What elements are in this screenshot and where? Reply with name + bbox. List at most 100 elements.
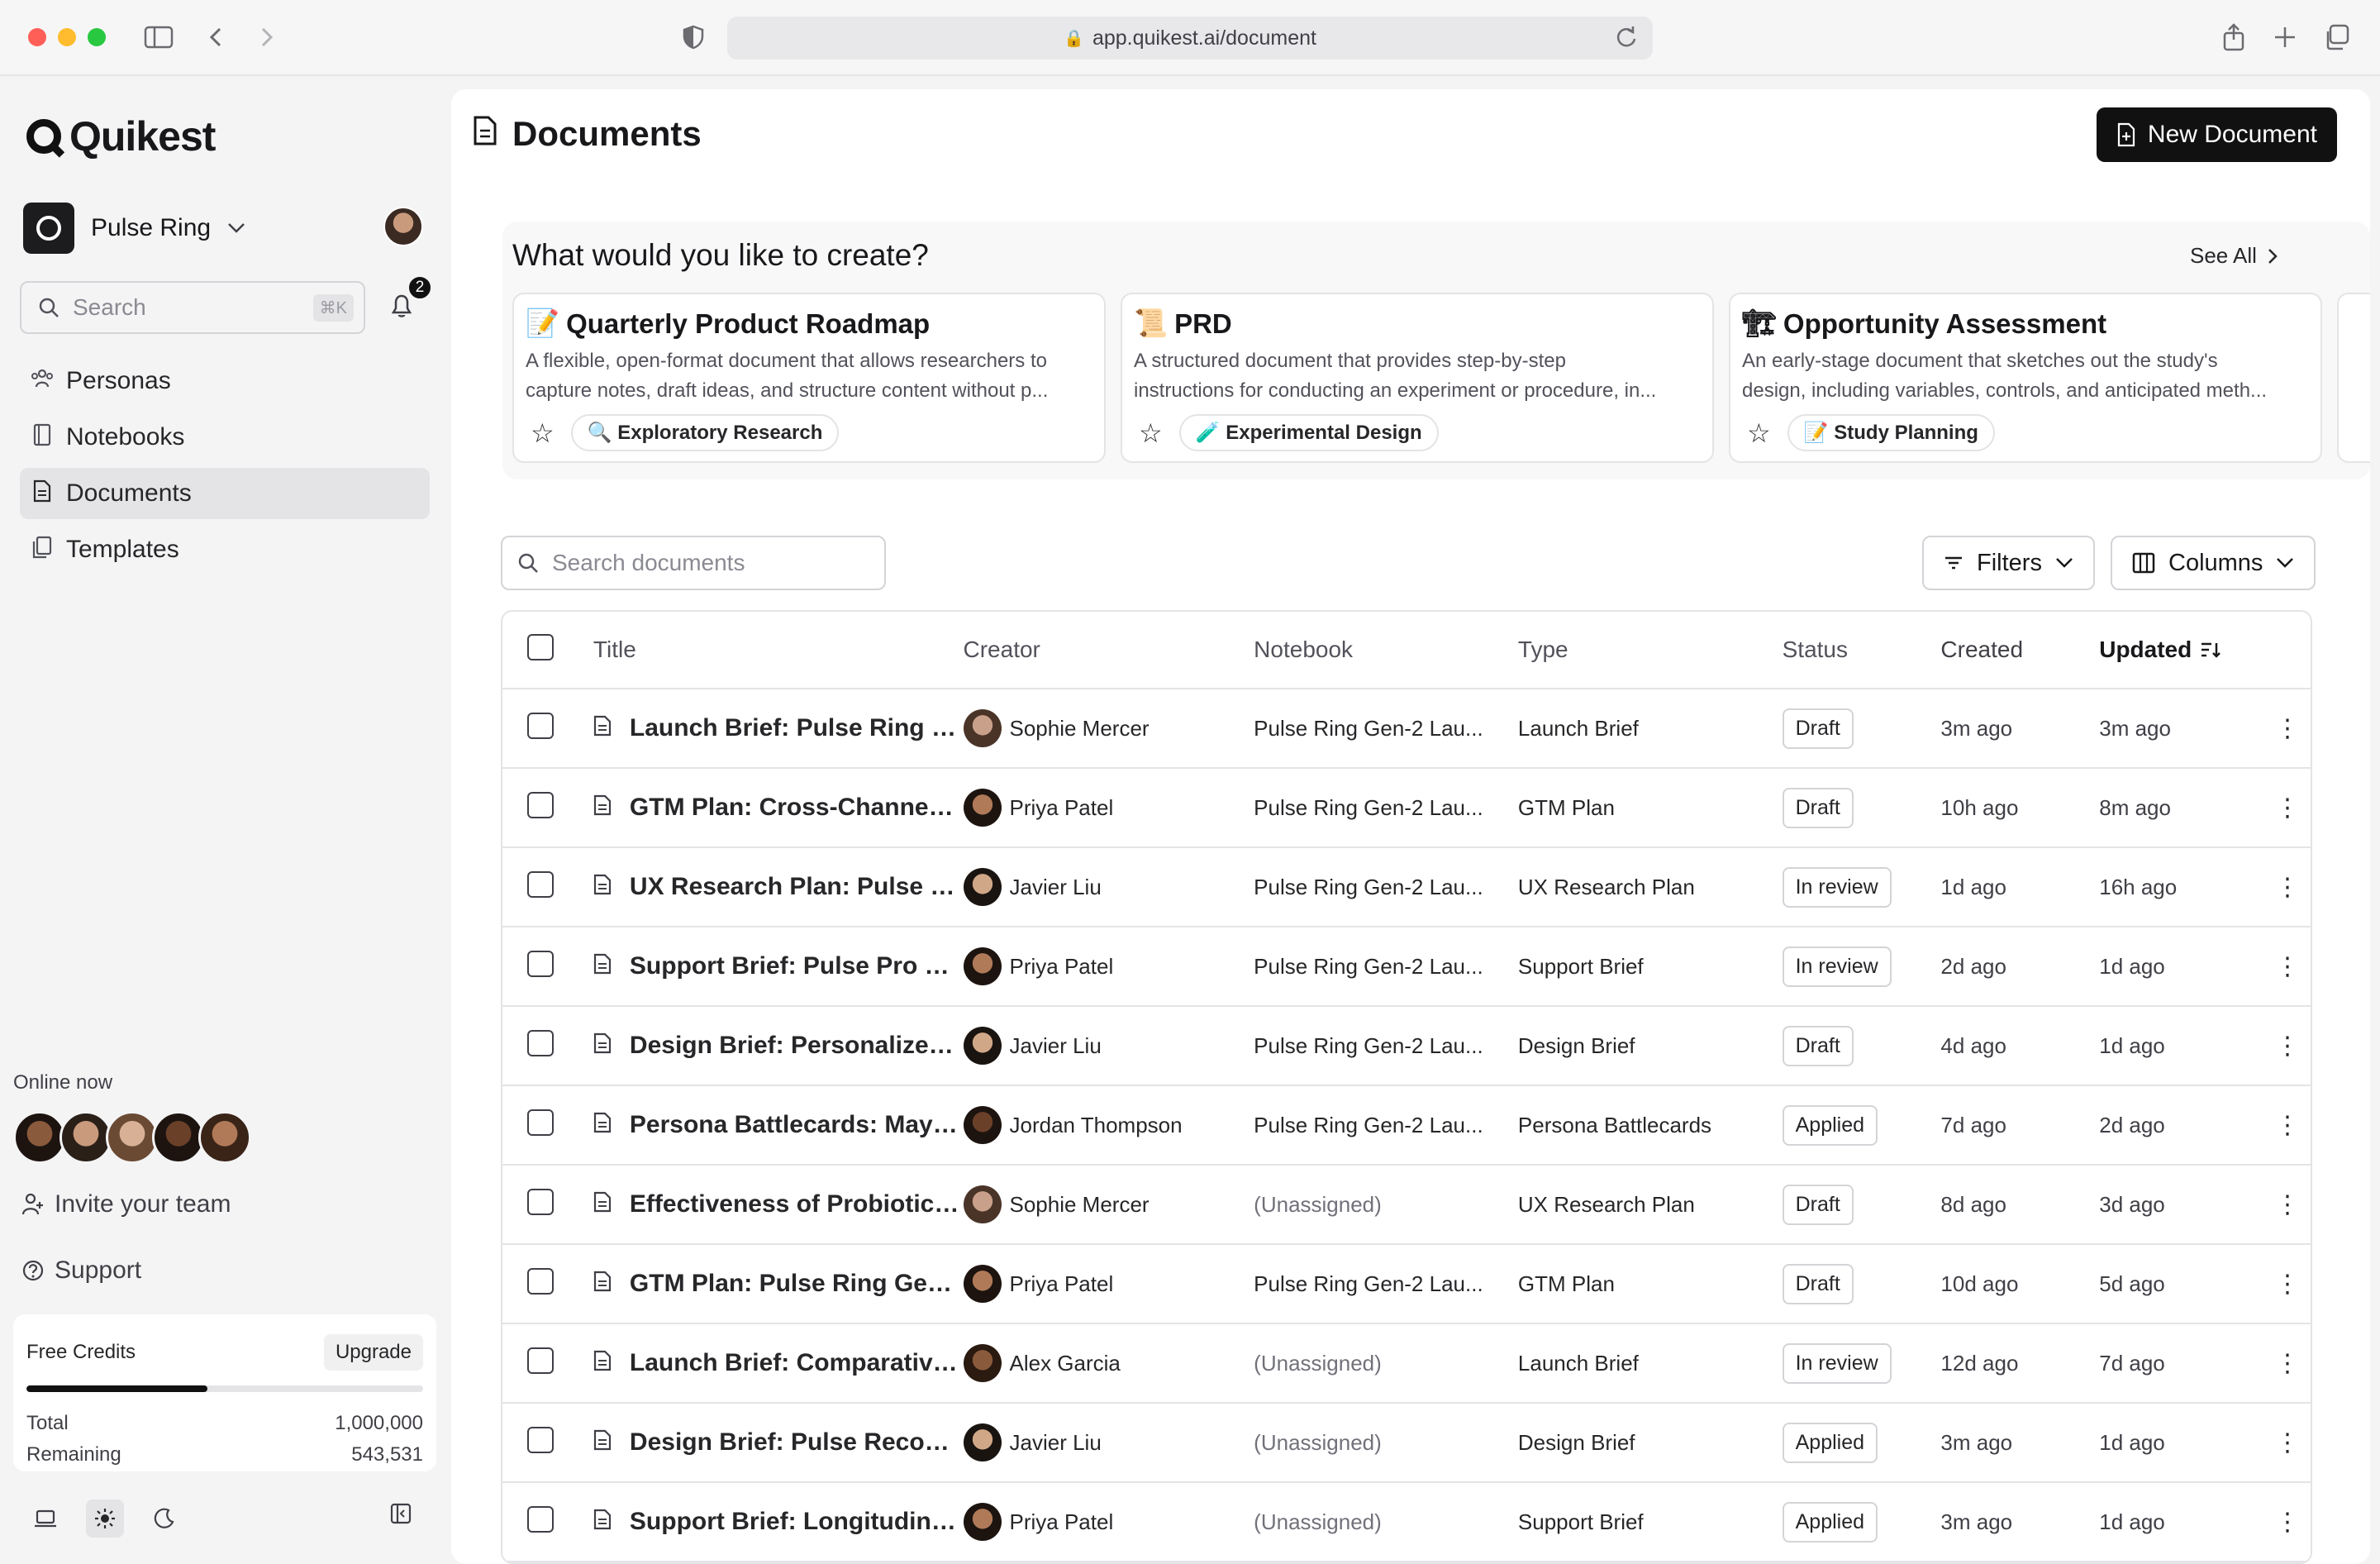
document-title-link[interactable]: Launch Brief: Pulse Ring Ge... — [630, 714, 960, 742]
document-title-link[interactable]: Launch Brief: Comparative... — [630, 1349, 960, 1377]
row-more-menu-icon[interactable]: ⋮ — [2264, 1270, 2311, 1299]
sidebar-search-input[interactable]: Search ⌘K — [20, 281, 365, 334]
filters-button[interactable]: Filters — [1922, 536, 2095, 590]
table-row[interactable]: Support Brief: Pulse Pro Fea... Priya Pat… — [502, 927, 2311, 1007]
column-header-creator[interactable]: Creator — [964, 637, 1040, 663]
template-card[interactable]: 📜 PRD A structured document that provides… — [1121, 293, 1714, 463]
maximize-window-button[interactable] — [88, 28, 106, 46]
document-title-link[interactable]: Effectiveness of Probiotic S... — [630, 1190, 960, 1218]
document-title-link[interactable]: Support Brief: Longitudinal... — [630, 1508, 960, 1536]
invite-team-link[interactable]: Invite your team — [21, 1190, 231, 1218]
new-tab-icon[interactable] — [2271, 20, 2299, 55]
collapse-sidebar-icon[interactable] — [390, 1503, 412, 1530]
support-link[interactable]: Support — [21, 1256, 141, 1285]
user-avatar[interactable] — [383, 207, 423, 246]
document-title-link[interactable]: Persona Battlecards: Maya... — [630, 1111, 960, 1139]
row-checkbox[interactable] — [527, 1029, 554, 1056]
column-header-type[interactable]: Type — [1518, 637, 1568, 662]
notifications-bell-icon[interactable] — [390, 293, 413, 326]
document-title-link[interactable]: GTM Plan: Pulse Ring Gen-2... — [630, 1270, 960, 1298]
table-row[interactable]: Launch Brief: Pulse Ring Ge... Sophie Mer… — [502, 689, 2311, 769]
workspace-switcher[interactable]: Pulse Ring — [23, 202, 271, 255]
document-search-input[interactable]: Search documents — [501, 536, 886, 590]
sidebar-item-templates[interactable]: Templates — [20, 524, 430, 575]
row-checkbox[interactable] — [527, 791, 554, 818]
row-more-menu-icon[interactable]: ⋮ — [2264, 1190, 2311, 1219]
row-checkbox[interactable] — [527, 712, 554, 739]
share-icon[interactable] — [2220, 20, 2248, 55]
avatar[interactable] — [13, 1111, 66, 1164]
row-more-menu-icon[interactable]: ⋮ — [2264, 873, 2311, 902]
table-row[interactable]: Persona Battlecards: Maya... Jordan Thomp… — [502, 1086, 2311, 1166]
light-theme-icon[interactable] — [86, 1500, 124, 1538]
table-row[interactable]: GTM Plan: Pulse Ring Gen-2... Priya Patel… — [502, 1245, 2311, 1324]
avatar[interactable] — [198, 1111, 251, 1164]
table-row[interactable]: Launch Brief: Comparative... Alex Garcia (… — [502, 1324, 2311, 1404]
template-tag: 📝 Study Planning — [1787, 414, 1995, 451]
document-title-link[interactable]: Support Brief: Pulse Pro Fea... — [630, 952, 960, 980]
document-title-link[interactable]: Design Brief: Pulse Recover... — [630, 1428, 960, 1457]
table-row[interactable]: Support Brief: Longitudinal... Priya Pate… — [502, 1483, 2311, 1562]
row-checkbox[interactable] — [527, 950, 554, 977]
template-card[interactable]: 📝 Quarterly Product Roadmap A flexible, o… — [512, 293, 1106, 463]
row-checkbox[interactable] — [527, 1109, 554, 1136]
column-header-notebook[interactable]: Notebook — [1254, 637, 1353, 662]
see-all-link[interactable]: See All — [2190, 243, 2278, 269]
table-row[interactable]: Design Brief: Pulse Recover... Javier Liu… — [502, 1404, 2311, 1483]
avatar[interactable] — [60, 1111, 112, 1164]
document-title-link[interactable]: UX Research Plan: Pulse Pr... — [630, 873, 960, 901]
row-checkbox[interactable] — [527, 1505, 554, 1533]
document-title-link[interactable]: Design Brief: Personalized... — [630, 1032, 960, 1060]
upgrade-button[interactable]: Upgrade — [323, 1334, 423, 1371]
row-checkbox[interactable] — [527, 1267, 554, 1295]
row-checkbox[interactable] — [527, 1188, 554, 1215]
star-icon[interactable]: ☆ — [526, 417, 555, 449]
columns-button[interactable]: Columns — [2111, 536, 2316, 590]
templates-icon — [30, 536, 55, 565]
sidebar-item-notebooks[interactable]: Notebooks — [20, 412, 430, 463]
column-header-status[interactable]: Status — [1783, 637, 1848, 662]
row-more-menu-icon[interactable]: ⋮ — [2264, 1032, 2311, 1061]
avatar[interactable] — [152, 1111, 205, 1164]
brand-logo[interactable]: Quikest — [26, 112, 216, 160]
template-card[interactable]: 🏗 Opportunity Assessment An early-stage d… — [1729, 293, 2322, 463]
row-more-menu-icon[interactable]: ⋮ — [2264, 1428, 2311, 1457]
template-card-partial[interactable] — [2337, 293, 2370, 463]
sidebar-item-documents[interactable]: Documents — [20, 468, 430, 519]
close-window-button[interactable] — [28, 28, 46, 46]
column-header-created[interactable]: Created — [1940, 637, 2023, 662]
sidebar-item-personas[interactable]: Personas — [20, 355, 430, 407]
address-bar[interactable]: 🔒 app.quikest.ai/document — [727, 17, 1653, 60]
new-document-button[interactable]: New Document — [2096, 107, 2337, 162]
back-icon[interactable] — [203, 20, 228, 55]
row-checkbox[interactable] — [527, 1347, 554, 1374]
minimize-window-button[interactable] — [58, 28, 76, 46]
row-more-menu-icon[interactable]: ⋮ — [2264, 1349, 2311, 1378]
column-header-title[interactable]: Title — [593, 637, 636, 663]
avatar[interactable] — [106, 1111, 159, 1164]
row-more-menu-icon[interactable]: ⋮ — [2264, 794, 2311, 823]
reload-icon[interactable] — [1615, 23, 1638, 57]
table-row[interactable]: Design Brief: Personalized... Javier Liu P… — [502, 1007, 2311, 1086]
star-icon[interactable]: ☆ — [1134, 417, 1163, 449]
row-checkbox[interactable] — [527, 1426, 554, 1453]
row-checkbox[interactable] — [527, 870, 554, 898]
forward-icon[interactable] — [255, 20, 279, 55]
star-icon[interactable]: ☆ — [1742, 417, 1771, 449]
privacy-shield-icon[interactable] — [679, 20, 707, 55]
tab-overview-icon[interactable] — [2322, 20, 2350, 55]
dark-theme-icon[interactable] — [145, 1500, 183, 1538]
table-row[interactable]: UX Research Plan: Pulse Pr... Javier Liu P… — [502, 848, 2311, 927]
row-more-menu-icon[interactable]: ⋮ — [2264, 714, 2311, 743]
row-more-menu-icon[interactable]: ⋮ — [2264, 952, 2311, 981]
row-more-menu-icon[interactable]: ⋮ — [2264, 1111, 2311, 1140]
table-row[interactable]: GTM Plan: Cross-Channel R... Priya Patel P… — [502, 769, 2311, 848]
select-all-checkbox[interactable] — [527, 633, 554, 660]
sidebar-toggle-icon[interactable] — [140, 20, 177, 55]
row-more-menu-icon[interactable]: ⋮ — [2264, 1508, 2311, 1537]
column-header-updated[interactable]: Updated — [2099, 637, 2264, 663]
search-icon — [39, 298, 59, 317]
table-row[interactable]: Effectiveness of Probiotic S... Sophie Me… — [502, 1166, 2311, 1245]
document-title-link[interactable]: GTM Plan: Cross-Channel R... — [630, 794, 960, 822]
system-theme-icon[interactable] — [26, 1500, 64, 1538]
